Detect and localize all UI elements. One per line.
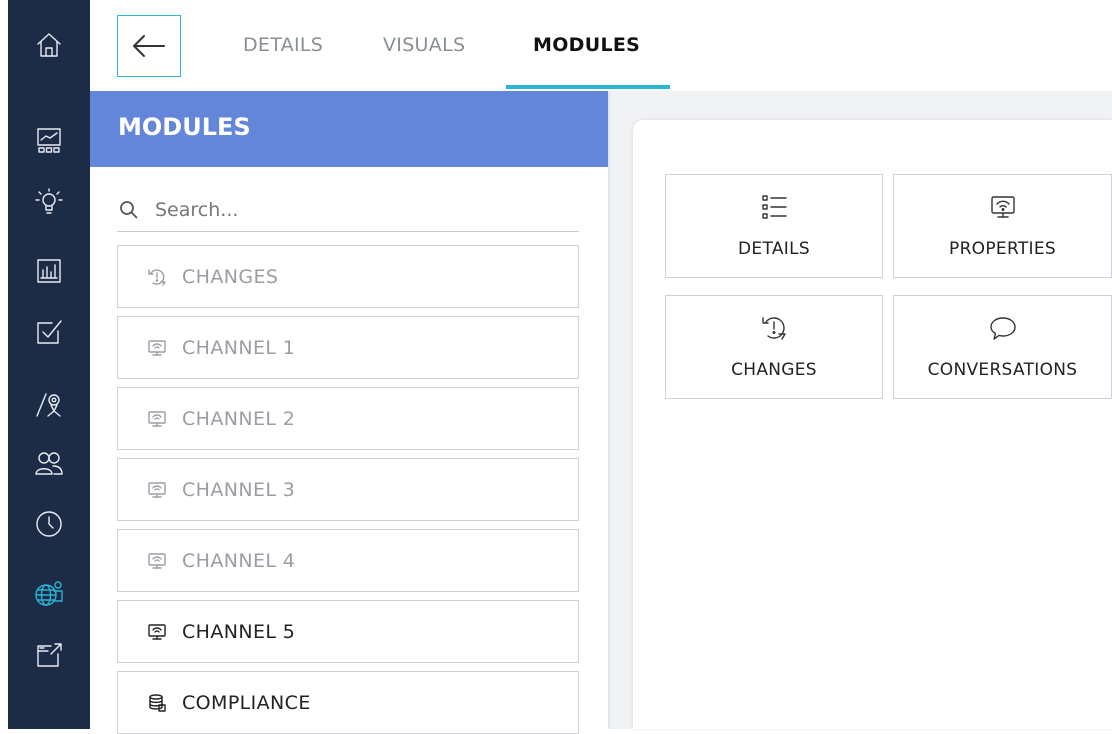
changes-icon <box>146 266 168 288</box>
module-label: CHANNEL 2 <box>182 407 296 430</box>
module-label: CHANNEL 3 <box>182 478 296 501</box>
module-label: CHANNEL 1 <box>182 336 296 359</box>
nav-dashboard[interactable] <box>8 110 90 170</box>
nav-locations[interactable] <box>8 374 90 434</box>
lightbulb-icon <box>35 188 63 214</box>
channel-icon <box>146 408 168 430</box>
tile-label: CHANGES <box>731 360 817 380</box>
location-pin-icon <box>36 393 61 417</box>
home-icon <box>37 33 61 57</box>
speech-bubble-icon <box>989 317 1016 340</box>
tile-properties[interactable]: PROPERTIES <box>893 174 1112 278</box>
channel-icon <box>146 479 168 501</box>
module-item-channel-2[interactable]: CHANNEL 2 <box>117 387 579 450</box>
module-item-compliance[interactable]: COMPLIANCE <box>117 671 579 734</box>
nav-history[interactable] <box>8 494 90 554</box>
tab-visuals[interactable]: VISUALS <box>383 34 465 56</box>
search-input[interactable] <box>153 198 557 222</box>
channel-icon <box>146 621 168 643</box>
module-label: CHANGES <box>182 265 279 288</box>
checkbox-icon <box>37 320 62 344</box>
module-item-channel-3[interactable]: CHANNEL 3 <box>117 458 579 521</box>
tile-changes[interactable]: CHANGES <box>665 295 883 399</box>
bar-chart-icon <box>37 259 61 283</box>
module-item-channel-1[interactable]: CHANNEL 1 <box>117 316 579 379</box>
clock-icon <box>36 511 62 537</box>
module-label: CHANNEL 4 <box>182 549 296 572</box>
back-button[interactable] <box>117 15 181 77</box>
nav-home[interactable] <box>8 15 90 75</box>
module-item-channel-5[interactable]: CHANNEL 5 <box>117 600 579 663</box>
nav-users[interactable] <box>8 434 90 494</box>
users-icon <box>35 452 63 475</box>
tile-conversations[interactable]: CONVERSATIONS <box>893 295 1112 399</box>
panel-divider <box>608 91 610 729</box>
channel-icon <box>146 550 168 572</box>
layout-canvas: DETAILS PROPERTIES CHANGES CONVERSATIONS <box>633 120 1112 729</box>
nav-reports[interactable] <box>8 241 90 301</box>
channel-icon <box>990 196 1015 218</box>
changes-icon <box>762 317 786 340</box>
tab-modules[interactable]: MODULES <box>533 34 640 56</box>
database-icon <box>146 692 168 714</box>
top-tab-bar: DETAILS VISUALS MODULES <box>90 0 1112 90</box>
export-window-icon <box>37 643 62 667</box>
nav-ideas[interactable] <box>8 171 90 231</box>
tile-label: DETAILS <box>738 239 810 259</box>
module-item-changes[interactable]: CHANGES <box>117 245 579 308</box>
module-search <box>117 189 579 232</box>
module-label: COMPLIANCE <box>182 691 311 714</box>
search-icon <box>120 201 138 219</box>
nav-export[interactable] <box>8 625 90 685</box>
nav-rail <box>8 0 90 729</box>
nav-tasks[interactable] <box>8 302 90 362</box>
nav-global[interactable] <box>8 564 90 624</box>
tile-details[interactable]: DETAILS <box>665 174 883 278</box>
tab-details[interactable]: DETAILS <box>243 34 323 56</box>
modules-panel-title: MODULES <box>90 91 608 167</box>
list-icon <box>762 195 787 219</box>
active-tab-indicator <box>506 85 670 89</box>
module-label: CHANNEL 5 <box>182 620 296 643</box>
module-item-channel-4[interactable]: CHANNEL 4 <box>117 529 579 592</box>
tile-label: PROPERTIES <box>949 239 1056 259</box>
channel-icon <box>146 337 168 359</box>
dashboard-icon <box>37 128 61 153</box>
arrow-left-icon <box>132 35 165 57</box>
tile-label: CONVERSATIONS <box>927 360 1078 380</box>
globe-person-icon <box>35 581 63 606</box>
